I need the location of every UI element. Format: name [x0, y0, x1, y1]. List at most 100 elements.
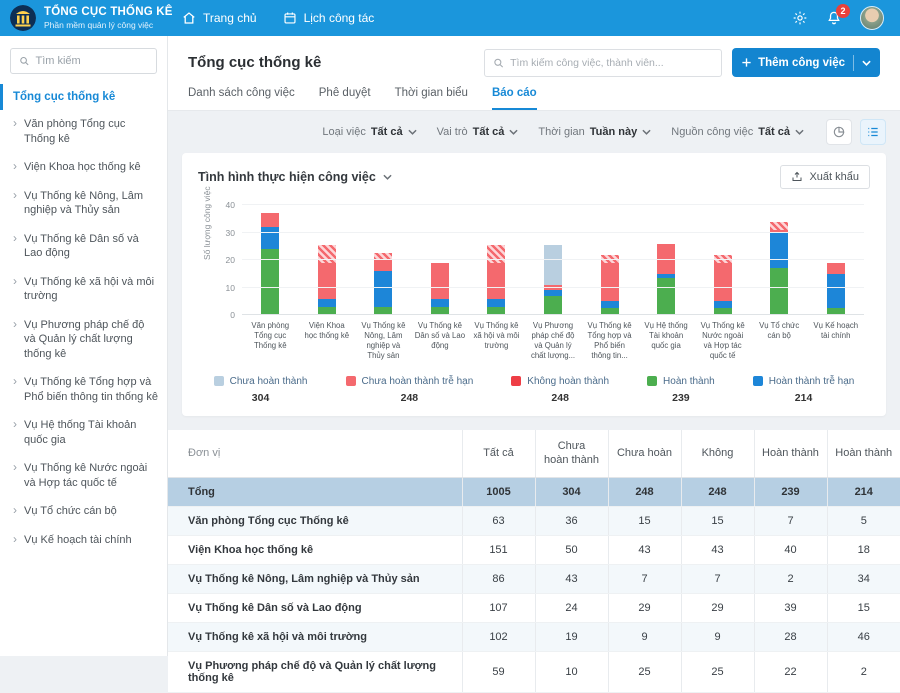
value-cell: 34: [827, 565, 900, 594]
x-axis-label: Viện Khoa học thống kê: [299, 321, 356, 362]
sidebar-item[interactable]: ›Vụ Thống kê Dân số và Lao động: [0, 225, 167, 268]
gso-logo-icon: [10, 5, 36, 31]
value-cell: 239: [754, 478, 827, 507]
chart-bar: [601, 255, 619, 316]
sidebar-item[interactable]: ›Viện Khoa học thống kê: [0, 153, 167, 182]
x-axis-label: Vụ Thống kê Nước ngoài và Hợp tác quốc t…: [694, 321, 751, 362]
home-icon: [182, 11, 196, 25]
chevron-right-icon: ›: [13, 533, 17, 548]
legend-count: 214: [753, 392, 855, 404]
tab-thời-gian-biểu[interactable]: Thời gian biểu: [395, 87, 468, 110]
bar-segment: [827, 263, 845, 274]
sidebar-item[interactable]: ›Vụ Thống kê Nước ngoài và Hợp tác quốc …: [0, 454, 167, 497]
chart-view-button[interactable]: [826, 119, 852, 145]
search-icon: [19, 55, 29, 67]
column-header: Không: [681, 430, 754, 478]
legend-count: 248: [346, 392, 474, 404]
chevron-right-icon: ›: [13, 117, 17, 146]
sidebar-item[interactable]: ›Vụ Phương pháp chế độ và Quản lý chất l…: [0, 311, 167, 369]
sidebar-item-root[interactable]: Tổng cục thống kê: [0, 84, 167, 110]
chart-legend: Chưa hoàn thành304 Chưa hoàn thành trễ hạ…: [198, 376, 870, 404]
settings-button[interactable]: [792, 10, 808, 26]
nav-calendar[interactable]: Lịch công tác: [283, 11, 375, 25]
x-axis-label: Vụ Thống kê Dân số và Lao động: [412, 321, 469, 362]
filter-label: Thời gian: [538, 126, 584, 138]
table-row: Vụ Thống kê Dân số và Lao động1072429293…: [168, 594, 900, 623]
sidebar-item-label: Vụ Thống kê Tổng hợp và Phổ biến thông t…: [24, 375, 159, 404]
bar-segment: [714, 301, 732, 308]
chart-bar: [261, 213, 279, 315]
export-button[interactable]: Xuất khẩu: [780, 165, 870, 189]
add-task-button[interactable]: Thêm công việc: [732, 48, 880, 77]
sidebar-item[interactable]: ›Vụ Thống kê xã hội và môi trường: [0, 268, 167, 311]
nav-home-label: Trang chủ: [203, 11, 257, 25]
sidebar: Tổng cục thống kê ›Văn phòng Tổng cục Th…: [0, 36, 168, 656]
sidebar-item[interactable]: ›Vụ Thống kê Tổng hợp và Phổ biến thông …: [0, 368, 167, 411]
tab-báo-cáo[interactable]: Báo cáo: [492, 87, 537, 110]
bar-segment: [318, 299, 336, 307]
sidebar-item[interactable]: › Vụ Tổ chức cán bộ: [0, 497, 167, 526]
bar-segment: [487, 263, 505, 299]
sidebar-search[interactable]: [10, 48, 157, 74]
legend-item[interactable]: Hoàn thành trễ hạn 214: [753, 376, 855, 404]
value-cell: 15: [827, 594, 900, 623]
value-cell: 5: [827, 507, 900, 536]
legend-label: Hoàn thành: [663, 376, 715, 387]
unit-name-cell: Tổng: [168, 478, 462, 507]
x-axis-labels: Văn phòng Tổng cục Thống kêViện Khoa học…: [242, 321, 864, 362]
filter-select[interactable]: Vai tròTất cả: [437, 126, 519, 138]
sidebar-search-input[interactable]: [35, 55, 148, 67]
brand[interactable]: TỔNG CỤC THỐNG KÊ Phần mềm quản lý công …: [0, 5, 168, 31]
top-header: TỔNG CỤC THỐNG KÊ Phần mềm quản lý công …: [0, 0, 900, 36]
chevron-down-icon[interactable]: [862, 60, 871, 66]
chart-title-dropdown[interactable]: Tình hình thực hiện công việc: [198, 170, 392, 184]
filter-select[interactable]: Nguồn công việcTất cả: [671, 126, 804, 138]
legend-item[interactable]: Không hoàn thành248: [511, 376, 609, 404]
sidebar-item[interactable]: ›Vụ Hệ thống Tài khoản quốc gia: [0, 411, 167, 454]
column-header: Tất cả: [462, 430, 535, 478]
filter-select[interactable]: Thời gianTuần này: [538, 126, 651, 138]
legend-item[interactable]: Chưa hoàn thành304: [214, 376, 308, 404]
filters: Loại việcTất cả Vai tròTất cả Thời gianTuầ…: [322, 126, 804, 138]
value-cell: 248: [681, 478, 754, 507]
bar-segment: [261, 213, 279, 227]
chart-bar-column: [299, 205, 356, 315]
table-row: Văn phòng Tổng cục Thống kê6336151575: [168, 507, 900, 536]
task-search-input[interactable]: [510, 57, 713, 69]
nav-home[interactable]: Trang chủ: [182, 11, 257, 25]
chart-panel: Tình hình thực hiện công việc Xuất khẩu …: [182, 153, 886, 416]
x-axis-label: Vụ Thống kê xã hội và môi trường: [468, 321, 525, 362]
value-cell: 107: [462, 594, 535, 623]
sidebar-item[interactable]: ›Vụ Thống kê Nông, Lâm nghiệp và Thủy sả…: [0, 182, 167, 225]
sidebar-item-label: Vụ Phương pháp chế độ và Quản lý chất lư…: [24, 318, 159, 362]
legend-item[interactable]: Chưa hoàn thành trễ hạn248: [346, 376, 474, 404]
legend-entry: Hoàn thành trễ hạn: [753, 376, 855, 387]
chart-bar-column: [694, 205, 751, 315]
chevron-right-icon: ›: [13, 504, 17, 519]
unit-name-cell: Vụ Phương pháp chế độ và Quản lý chất lư…: [168, 652, 462, 693]
legend-entry: Không hoàn thành: [511, 376, 609, 387]
value-cell: 15: [608, 507, 681, 536]
user-avatar[interactable]: [860, 6, 884, 30]
legend-item[interactable]: Hoàn thành239: [647, 376, 715, 404]
value-cell: 2: [827, 652, 900, 693]
sidebar-item[interactable]: ›Văn phòng Tổng cục Thống kê: [0, 110, 167, 153]
sidebar-item-label: Vụ Tổ chức cán bộ: [24, 504, 117, 519]
list-view-button[interactable]: [860, 119, 886, 145]
tab-danh-sách-công-việc[interactable]: Danh sách công việc: [188, 87, 295, 110]
filter-select[interactable]: Loại việcTất cả: [322, 126, 416, 138]
tab-phê-duyệt[interactable]: Phê duyệt: [319, 87, 371, 110]
app-subtitle: Phần mềm quản lý công việc: [44, 20, 173, 30]
notifications-button[interactable]: 2: [826, 10, 842, 26]
x-axis-label: Vụ Thống kê Nông, Lâm nghiệp và Thủy sản: [355, 321, 412, 362]
sidebar-item[interactable]: ›Vụ Kế hoạch tài chính: [0, 526, 167, 555]
chart-bar-column: [468, 205, 525, 315]
y-tick-label: 40: [226, 200, 235, 210]
task-search[interactable]: [484, 49, 722, 77]
table-header-row: Đơn vịTất cảChưahoàn thànhChưa hoànKhông…: [168, 430, 900, 478]
value-cell: 29: [681, 594, 754, 623]
value-cell: 29: [608, 594, 681, 623]
value-cell: 2: [754, 565, 827, 594]
add-task-label: Thêm công việc: [758, 57, 845, 69]
value-cell: 59: [462, 652, 535, 693]
